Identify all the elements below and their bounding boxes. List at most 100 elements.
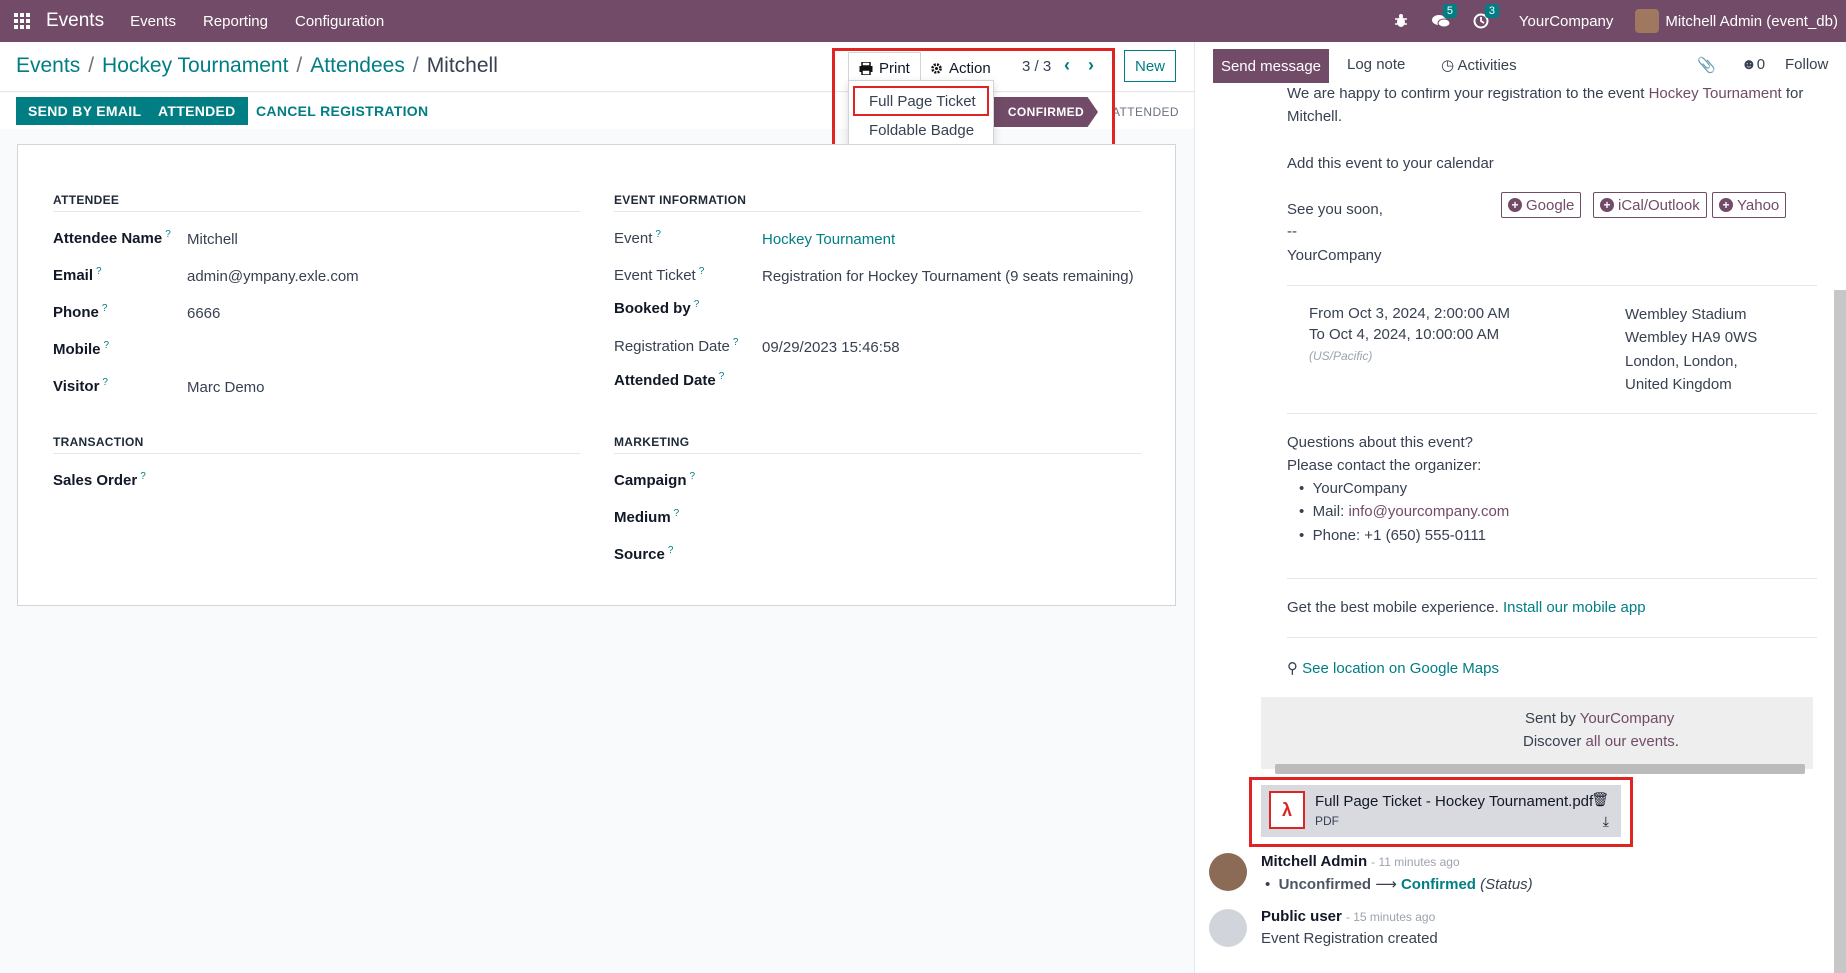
menu-events[interactable]: Events: [130, 13, 176, 30]
calendar-yahoo-button[interactable]: + Yahoo: [1712, 192, 1787, 218]
section-attendee-title: ATTENDEE: [53, 193, 120, 207]
activities-button[interactable]: ◷ Activities: [1441, 56, 1517, 74]
mail-signature: YourCompany: [1287, 247, 1382, 264]
new-button[interactable]: New: [1124, 50, 1176, 82]
send-by-email-button[interactable]: SEND BY EMAIL: [16, 97, 154, 125]
install-mobile-app-link[interactable]: Install our mobile app: [1503, 599, 1646, 616]
ticket-label: Event Ticket?: [614, 266, 705, 284]
attended-button[interactable]: ATTENDED: [146, 97, 248, 125]
message-author[interactable]: Mitchell Admin - 11 minutes ago: [1261, 853, 1460, 870]
phone-label: Phone?: [53, 303, 108, 321]
registration-date-field[interactable]: 09/29/2023 15:46:58: [762, 339, 900, 356]
visitor-label: Visitor?: [53, 377, 108, 395]
trash-icon[interactable]: 🗑: [1591, 791, 1609, 808]
print-dropdown-menu: Full Page Ticket Foldable Badge: [848, 80, 994, 148]
debug-bug-icon[interactable]: [1393, 13, 1409, 29]
follow-button[interactable]: Follow: [1785, 56, 1828, 73]
plus-circle-icon: +: [1508, 198, 1522, 212]
breadcrumb-current: Mitchell: [426, 54, 498, 77]
apps-menu-icon[interactable]: [12, 11, 32, 31]
avatar[interactable]: [1209, 853, 1247, 891]
gear-icon: [931, 62, 942, 74]
log-note-button[interactable]: Log note: [1347, 56, 1405, 73]
phone-field[interactable]: 6666: [187, 305, 220, 322]
event-field-link[interactable]: Hockey Tournament: [762, 231, 895, 248]
activities-count-badge: 3: [1484, 4, 1500, 18]
printer-icon: [859, 61, 873, 75]
mail-horizontal-scrollbar[interactable]: [1275, 764, 1805, 774]
print-foldable-badge[interactable]: Foldable Badge: [849, 116, 993, 144]
mail-contact: Please contact the organizer:: [1287, 457, 1482, 474]
breadcrumb-hockey-tournament[interactable]: Hockey Tournament: [102, 54, 288, 77]
pager-next-icon[interactable]: ›: [1088, 55, 1094, 76]
messages-count-badge: 5: [1442, 4, 1458, 18]
user-name: Mitchell Admin (event_db): [1665, 12, 1838, 30]
chatter-panel: We are happy to confirm your registratio…: [1194, 42, 1846, 973]
all-events-link[interactable]: all our events: [1586, 733, 1675, 750]
calendar-ical-button[interactable]: + iCal/Outlook: [1593, 192, 1707, 218]
event-to-date: To Oct 4, 2024, 10:00:00 AM: [1309, 326, 1500, 343]
followers-button[interactable]: ☻0: [1741, 56, 1765, 73]
user-menu[interactable]: Mitchell Admin (event_db): [1635, 9, 1838, 33]
visitor-field[interactable]: Marc Demo: [187, 379, 265, 396]
breadcrumb-events[interactable]: Events: [16, 54, 80, 77]
send-message-button[interactable]: Send message: [1213, 49, 1329, 83]
section-marketing-title: MARKETING: [614, 435, 690, 449]
attendee-name-field[interactable]: Mitchell: [187, 231, 238, 248]
app-name[interactable]: Events: [46, 10, 104, 32]
arrow-right-icon: ⟶: [1375, 876, 1397, 893]
avatar[interactable]: [1209, 909, 1247, 947]
top-navbar: Events Events Reporting Configuration 5 …: [0, 0, 1846, 42]
attachment-card[interactable]: λ Full Page Ticket - Hockey Tournament.p…: [1261, 785, 1621, 837]
map-marker-icon: ⚲: [1287, 660, 1298, 677]
calendar-google-button[interactable]: + Google: [1501, 192, 1582, 218]
pager-value[interactable]: 3 / 3: [1022, 58, 1051, 75]
activities-clock-icon[interactable]: 3: [1473, 4, 1500, 29]
chatter-topbar: Send message Log note ◷ Activities 📎 ☻0 …: [1195, 42, 1846, 88]
mail-questions: Questions about this event?: [1287, 434, 1473, 451]
venue-line-3: London, London,: [1625, 353, 1738, 370]
email-label: Email?: [53, 266, 102, 284]
attachment-name: Full Page Ticket - Hockey Tournament.pdf: [1315, 793, 1594, 810]
menu-reporting[interactable]: Reporting: [203, 13, 268, 30]
booked-by-label: Booked by?: [614, 299, 700, 317]
plus-circle-icon: +: [1600, 198, 1614, 212]
download-icon[interactable]: ⤓: [1603, 813, 1609, 830]
attachment-type: PDF: [1315, 814, 1339, 828]
tracking-value: • Unconfirmed ⟶ Confirmed (Status): [1265, 876, 1533, 893]
venue-line-1: Wembley Stadium: [1625, 306, 1747, 323]
user-avatar: [1635, 9, 1660, 33]
mail-see-you: See you soon,: [1287, 201, 1383, 218]
stage-confirmed[interactable]: CONFIRMED: [994, 97, 1098, 127]
plus-circle-icon: +: [1719, 198, 1733, 212]
chatter-vertical-scrollbar[interactable]: [1834, 290, 1846, 973]
campaign-label: Campaign?: [614, 471, 696, 489]
venue-line-2: Wembley HA9 0WS: [1625, 329, 1758, 346]
print-full-page-ticket[interactable]: Full Page Ticket: [853, 86, 989, 116]
breadcrumb-attendees[interactable]: Attendees: [310, 54, 405, 77]
control-panel: Events / Hockey Tournament / Attendees / Mitch…: [0, 42, 1194, 92]
mail-mobile-line: Get the best mobile experience. Install …: [1287, 599, 1646, 616]
messages-icon[interactable]: 5: [1431, 4, 1458, 29]
mail-dashes: --: [1287, 223, 1297, 240]
message-body: Event Registration created: [1261, 930, 1438, 947]
stage-attended[interactable]: ATTENDED: [1112, 105, 1179, 119]
user-icon: ☻: [1741, 56, 1757, 73]
organizer-email-link[interactable]: info@yourcompany.com: [1348, 503, 1509, 520]
pdf-file-icon: λ: [1269, 791, 1305, 829]
email-field[interactable]: admin@ympany.exle.com: [187, 268, 359, 285]
section-transaction-title: TRANSACTION: [53, 435, 144, 449]
source-label: Source?: [614, 545, 674, 563]
pager-previous-icon[interactable]: ‹: [1064, 55, 1070, 76]
contact-mail-item: • Mail: info@yourcompany.com: [1299, 503, 1510, 520]
attendee-name-label: Attendee Name?: [53, 229, 171, 247]
ticket-field[interactable]: Registration for Hockey Tournament (9 se…: [762, 268, 1134, 285]
google-maps-link[interactable]: ⚲ See location on Google Maps: [1287, 659, 1499, 677]
cancel-registration-button[interactable]: CANCEL REGISTRATION: [244, 97, 440, 125]
message-author[interactable]: Public user - 15 minutes ago: [1261, 908, 1435, 925]
company-switcher[interactable]: YourCompany: [1519, 13, 1614, 30]
action-label: Action: [949, 59, 991, 77]
menu-configuration[interactable]: Configuration: [295, 13, 384, 30]
print-label: Print: [879, 59, 910, 77]
paperclip-icon[interactable]: 📎: [1697, 56, 1716, 74]
